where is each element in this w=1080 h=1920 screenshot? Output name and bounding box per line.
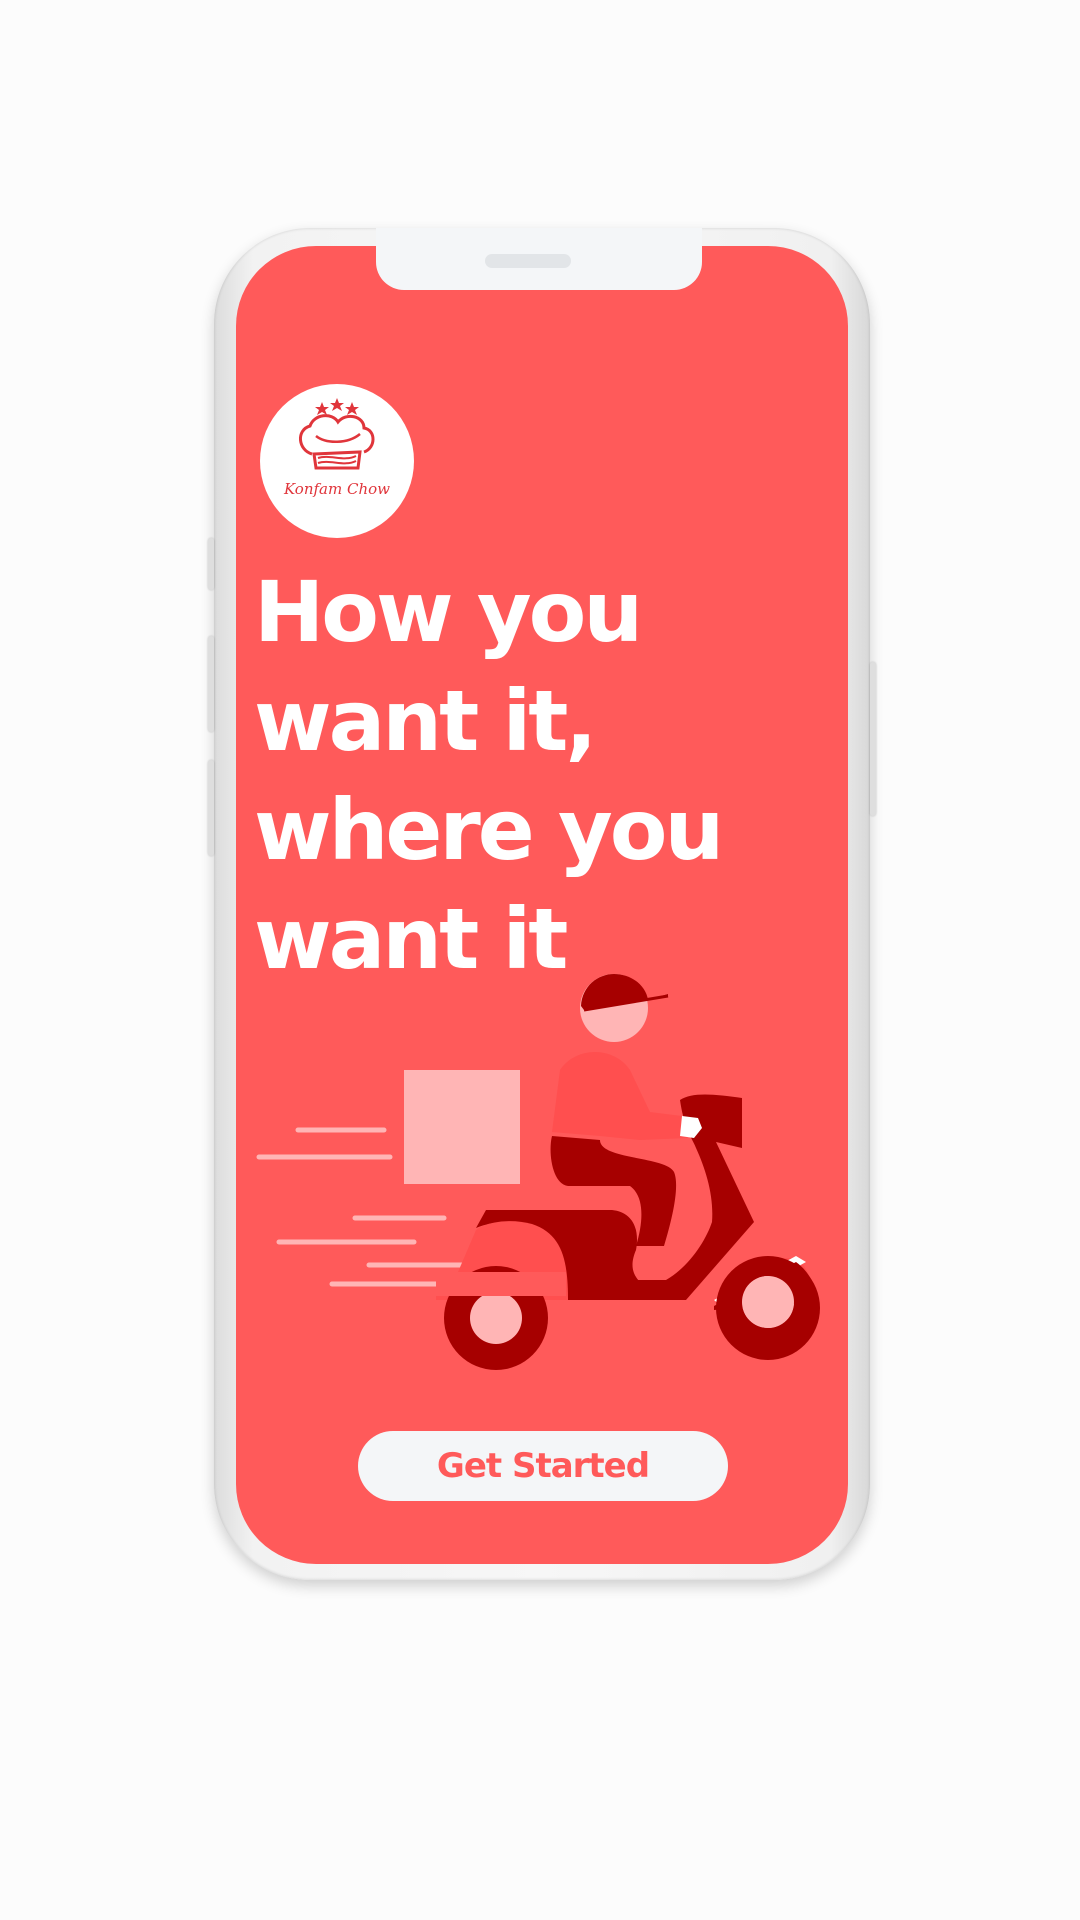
headline-line-1: How you [254,563,643,661]
headline: How you want it, where you want it [254,558,774,994]
brand-name: Konfam Chow [284,480,390,498]
headline-line-3: where you [254,781,724,879]
headline-line-2: want it, [254,672,597,770]
get-started-button[interactable]: Get Started [358,1431,728,1501]
delivery-box [404,1070,520,1184]
brand-logo: Konfam Chow [260,384,414,538]
volume-up-button [208,538,214,590]
delivery-scooter-illustration [256,974,820,1370]
power-button [870,662,876,816]
volume-down-button [208,636,214,732]
chef-hat-logo-icon [299,398,375,470]
mute-button [208,760,214,856]
notch-speaker [485,254,571,268]
